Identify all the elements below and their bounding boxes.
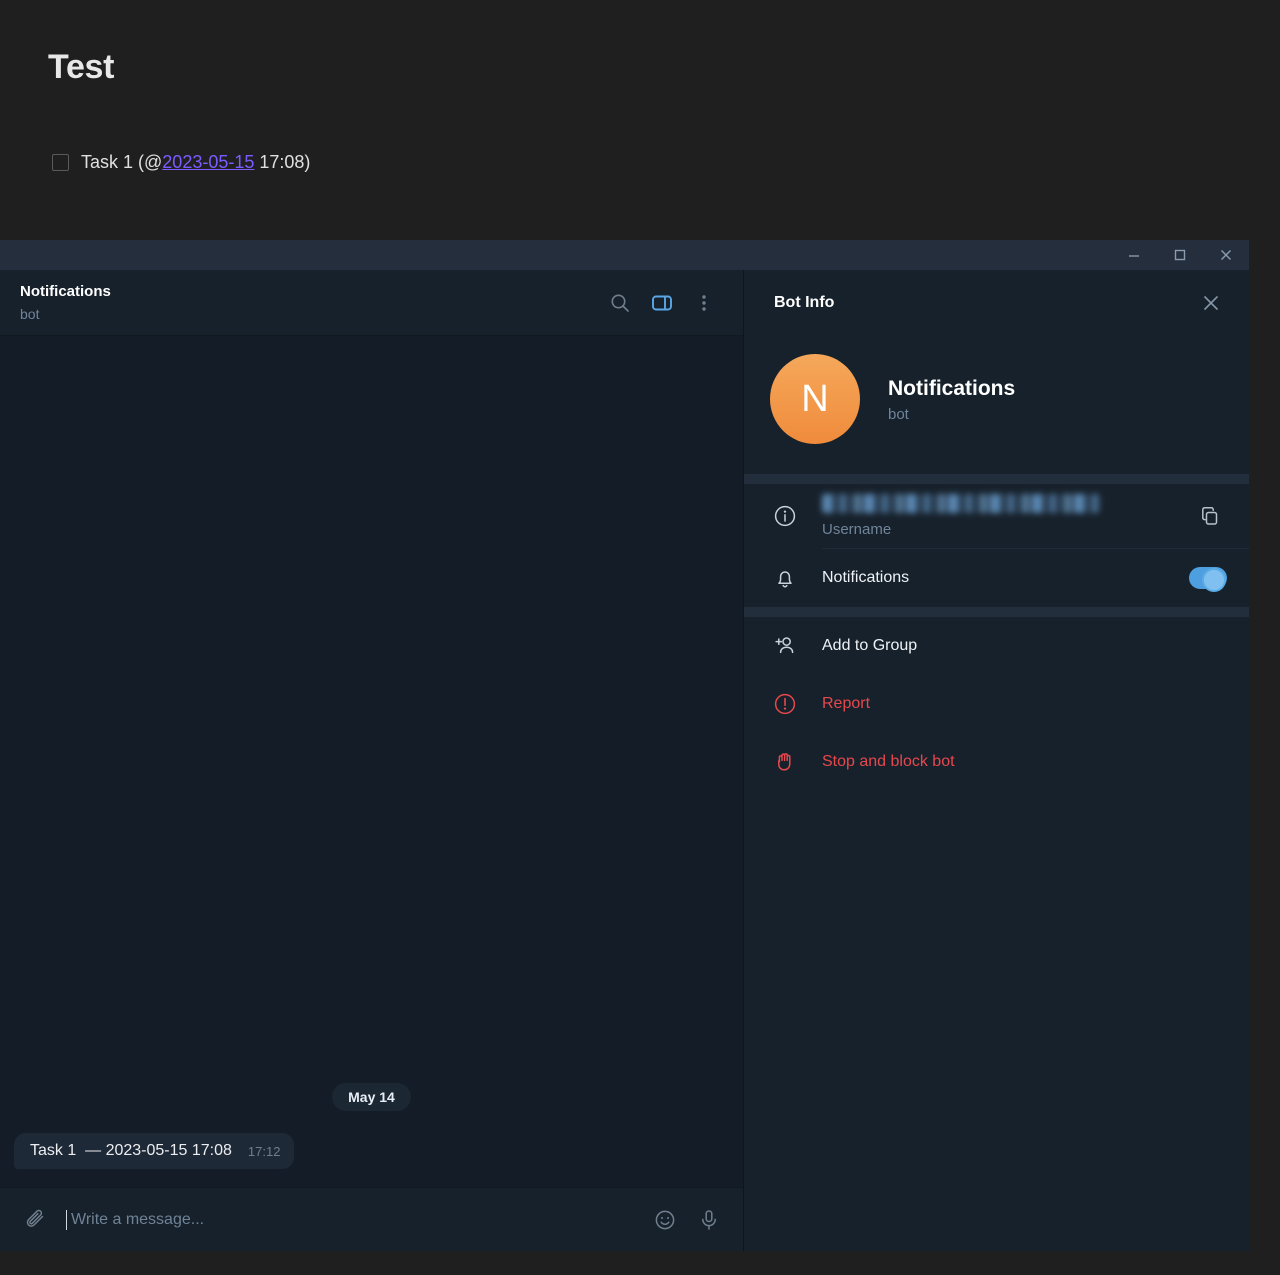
bot-name: Notifications <box>888 376 1016 400</box>
chat-header: Notifications bot <box>0 270 743 336</box>
more-vertical-icon[interactable] <box>683 282 725 324</box>
chat-subtitle: bot <box>20 305 40 322</box>
panel-empty-space <box>744 791 1249 1251</box>
chat-title: Notifications <box>20 282 111 300</box>
stop-and-block-row[interactable]: Stop and block bot <box>744 733 1249 791</box>
add-to-group-texts: Add to Group <box>822 637 1227 655</box>
notifications-row-texts: Notifications <box>822 569 1167 587</box>
bot-subtitle: bot <box>888 405 909 423</box>
smiley-icon[interactable] <box>645 1200 685 1240</box>
add-user-icon <box>770 631 800 661</box>
message-input[interactable]: Write a message... <box>60 1209 641 1230</box>
stop-and-block-texts: Stop and block bot <box>822 753 1227 771</box>
username-row-texts: Username <box>822 494 1171 538</box>
page-root: Test Task 1 (@2023-05-15 17:08) Notifica… <box>0 0 1280 1275</box>
message-row[interactable]: Task 1 — 2023-05-15 17:08 17:12 <box>0 1133 743 1169</box>
notifications-toggle[interactable] <box>1189 567 1227 592</box>
bell-icon <box>770 563 800 593</box>
page-title: Test <box>48 48 115 86</box>
avatar: N <box>770 354 860 444</box>
task-list-item[interactable]: Task 1 (@2023-05-15 17:08) <box>52 152 310 173</box>
username-value-redacted <box>822 494 1100 513</box>
text-caret <box>66 1209 67 1230</box>
report-icon <box>770 689 800 719</box>
document-area: Test Task 1 (@2023-05-15 17:08) <box>0 0 1280 240</box>
message-text: Task 1 — 2023-05-15 17:08 <box>30 1142 232 1159</box>
task-checkbox[interactable] <box>52 154 69 171</box>
bot-profile-texts: Notifications bot <box>888 376 1015 423</box>
search-icon[interactable] <box>599 282 641 324</box>
panel-toggle-icon[interactable] <box>641 282 683 324</box>
task-text: Task 1 (@2023-05-15 17:08) <box>81 152 310 173</box>
minimize-icon[interactable] <box>1111 240 1157 270</box>
chat-column: Notifications bot May 14 Task 1 — 2023-0… <box>0 270 743 1251</box>
bot-info-title: Bot Info <box>774 294 835 311</box>
notifications-row[interactable]: Notifications <box>744 549 1249 607</box>
bot-profile[interactable]: N Notifications bot <box>744 336 1249 474</box>
message-composer: Write a message... <box>0 1187 743 1251</box>
chat-header-texts[interactable]: Notifications bot <box>20 282 599 324</box>
message-bubble[interactable]: Task 1 — 2023-05-15 17:08 17:12 <box>14 1133 295 1169</box>
report-row[interactable]: Report <box>744 675 1249 733</box>
section-divider <box>744 474 1249 484</box>
task-text-suffix: 17:08) <box>254 152 311 172</box>
report-texts: Report <box>822 695 1227 713</box>
add-to-group-label: Add to Group <box>822 637 918 654</box>
task-date-link[interactable]: 2023-05-15 <box>162 152 254 172</box>
report-label: Report <box>822 695 871 712</box>
message-time: 17:12 <box>247 1144 281 1159</box>
add-to-group-row[interactable]: Add to Group <box>744 617 1249 675</box>
microphone-icon[interactable] <box>689 1200 729 1240</box>
section-divider <box>744 607 1249 617</box>
message-input-placeholder: Write a message... <box>71 1210 205 1228</box>
bot-info-panel: Bot Info N Notifications bot Username No… <box>743 270 1249 1251</box>
window-titlebar[interactable] <box>0 240 1249 270</box>
telegram-window: Notifications bot May 14 Task 1 — 2023-0… <box>0 240 1249 1251</box>
date-separator-row: May 14 <box>0 1083 743 1111</box>
message-list[interactable]: May 14 Task 1 — 2023-05-15 17:08 17:12 <box>0 336 743 1187</box>
username-row[interactable]: Username <box>744 484 1249 548</box>
date-separator: May 14 <box>332 1083 411 1111</box>
close-icon[interactable] <box>1203 240 1249 270</box>
notifications-label: Notifications <box>822 569 910 586</box>
window-body: Notifications bot May 14 Task 1 — 2023-0… <box>0 270 1249 1251</box>
block-hand-icon <box>770 747 800 777</box>
paperclip-icon[interactable] <box>16 1200 56 1240</box>
copy-icon[interactable] <box>1193 499 1227 533</box>
bot-info-header: Bot Info <box>744 270 1249 336</box>
task-text-prefix: Task 1 (@ <box>81 152 163 172</box>
maximize-icon[interactable] <box>1157 240 1203 270</box>
info-circle-icon <box>770 501 800 531</box>
username-label: Username <box>822 521 892 538</box>
stop-and-block-label: Stop and block bot <box>822 753 955 770</box>
close-icon[interactable] <box>1191 283 1231 323</box>
